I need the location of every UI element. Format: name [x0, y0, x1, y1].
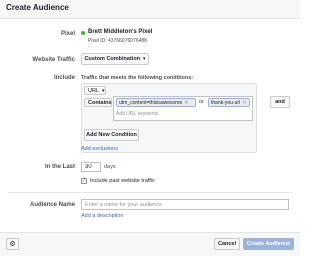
- and-button-label: and: [275, 99, 285, 105]
- section-divider: [8, 192, 292, 193]
- include-past-traffic-checkbox[interactable]: ✓: [81, 178, 87, 184]
- include-condition-text: Traffic that meets the following conditi…: [81, 75, 194, 81]
- operator-select-label: Contains: [88, 99, 112, 106]
- create-audience-button[interactable]: Create Audience: [243, 238, 294, 250]
- add-exclusions-link[interactable]: Add exclusions: [81, 146, 118, 152]
- keyword-chip[interactable]: thank-you-url ✕: [208, 98, 250, 107]
- create-audience-dialog: Create Audience Pixel Brett Middleton's …: [0, 0, 300, 256]
- url-select-label: URL: [88, 87, 100, 94]
- dialog-footer: ⚙ Cancel Create Audience: [0, 232, 300, 256]
- pixel-status-dot: [81, 31, 85, 35]
- chevron-down-icon: ▾: [102, 87, 105, 94]
- settings-button[interactable]: ⚙: [6, 238, 19, 250]
- cancel-button-label: Cancel: [217, 241, 237, 247]
- audience-name-label: Audience Name: [29, 202, 75, 208]
- cancel-button[interactable]: Cancel: [214, 238, 240, 250]
- remove-chip-icon[interactable]: ✕: [184, 100, 188, 106]
- keyword-placeholder: Add URL keywords: [116, 111, 159, 117]
- keyword-chip-text: thank-you-url: [211, 99, 241, 106]
- in-the-last-label: In the Last: [44, 164, 75, 170]
- checkmark-icon: ✓: [82, 178, 87, 184]
- website-traffic-dropdown[interactable]: Custom Combination ▾: [81, 53, 149, 65]
- chevron-down-icon: ▾: [143, 56, 146, 62]
- include-label: Include: [53, 75, 75, 81]
- days-input[interactable]: [81, 162, 101, 172]
- add-description-link[interactable]: Add a description: [81, 213, 124, 219]
- keyword-chip[interactable]: utm_content=thisisawesome ✕: [116, 98, 196, 107]
- website-traffic-selected: Custom Combination: [84, 56, 141, 62]
- operator-select[interactable]: Contains ▾: [84, 98, 117, 107]
- pixel-name: Brett Middleton's Pixel: [88, 29, 153, 35]
- or-separator: or: [199, 99, 204, 105]
- create-audience-button-label: Create Audience: [246, 241, 291, 247]
- pixel-id: Pixel ID: 437660760764​88: [88, 38, 147, 44]
- gear-icon: ⚙: [9, 241, 16, 248]
- dialog-title: Create Audience: [6, 3, 69, 12]
- dialog-header: Create Audience: [0, 0, 300, 19]
- and-button[interactable]: and: [270, 96, 290, 108]
- include-past-traffic-label: Include past website traffic: [90, 178, 155, 184]
- keyword-chip-text: utm_content=thisisawesome: [119, 99, 183, 106]
- audience-name-input[interactable]: [81, 199, 289, 210]
- add-new-condition-button[interactable]: Add New Condition: [84, 129, 139, 141]
- remove-chip-icon[interactable]: ✕: [242, 100, 246, 106]
- days-unit: days: [104, 164, 116, 170]
- url-select[interactable]: URL ▾: [84, 86, 106, 95]
- website-traffic-label: Website Traffic: [32, 57, 75, 63]
- add-new-condition-label: Add New Condition: [86, 132, 137, 138]
- pixel-label: Pixel: [60, 31, 75, 37]
